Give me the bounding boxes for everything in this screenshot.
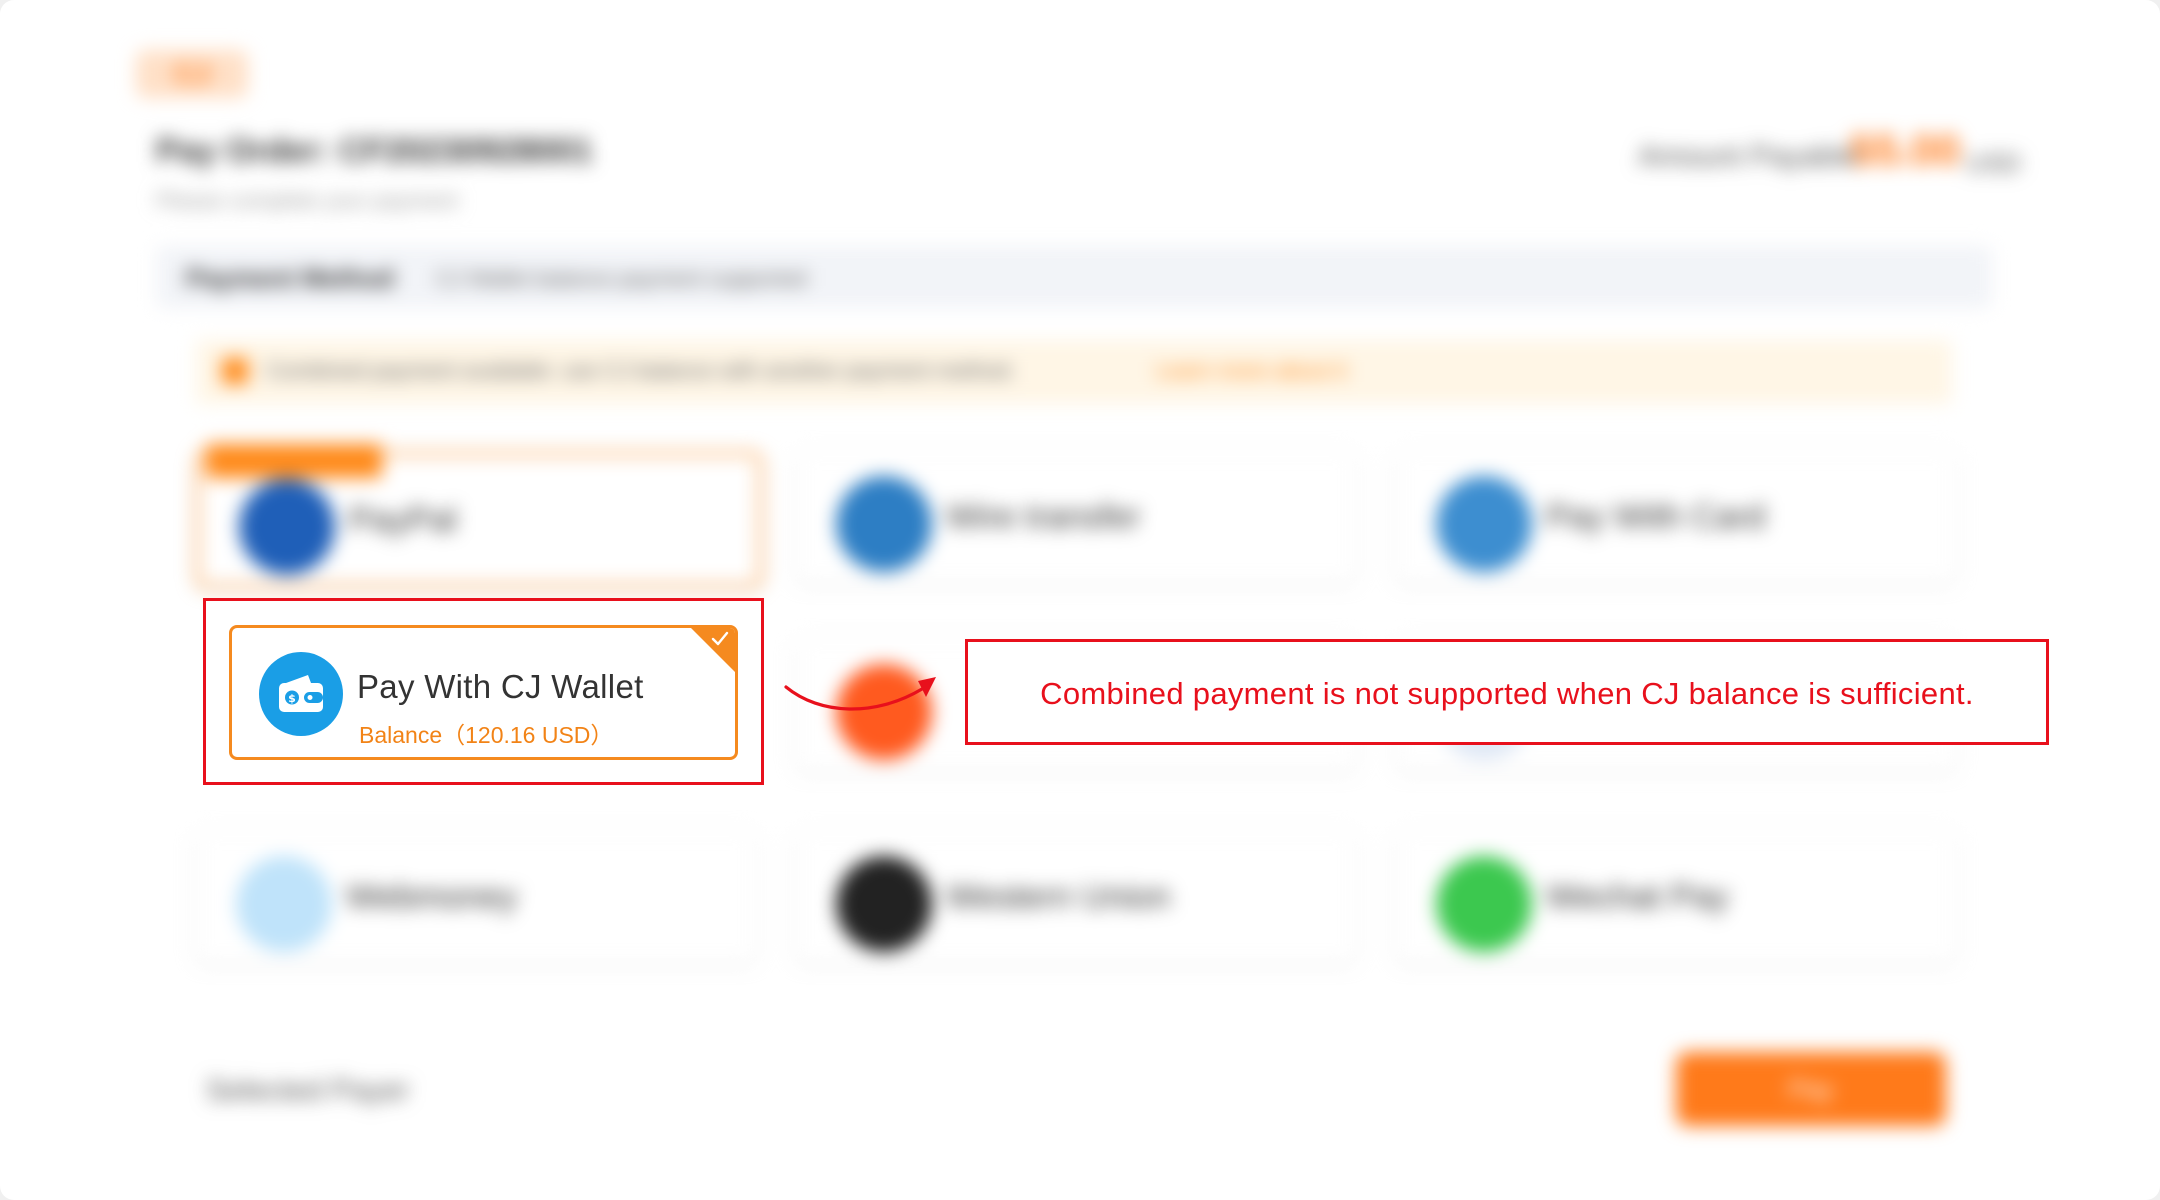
checkmark-icon	[711, 631, 729, 646]
annotation-arrow	[784, 677, 936, 711]
total-currency: USD	[1966, 148, 2021, 178]
address-bar	[156, 246, 1992, 308]
warning-icon	[222, 358, 248, 384]
payment-card-label: PayPal	[349, 501, 457, 539]
total-label: Amount Payable:	[1638, 140, 1867, 173]
recommend-tag	[206, 444, 382, 478]
annotation-message: Combined payment is not supported when C…	[1040, 676, 1974, 711]
payment-card-western-union[interactable]: Western Union	[796, 832, 1356, 962]
svg-text:$: $	[288, 692, 296, 705]
notice-text: Combined payment available: use CJ balan…	[266, 358, 1016, 383]
payment-card-webmoney[interactable]: Webmoney	[196, 832, 756, 962]
order-number: Pay Order: CF20230928001	[156, 132, 593, 170]
webmoney-icon	[236, 856, 332, 952]
total-amount: 55.00	[1850, 126, 1961, 175]
order-subtitle: Please complete your payment	[156, 188, 459, 213]
payment-card-label: Western Union	[946, 878, 1171, 916]
notice-link[interactable]: Learn more about it	[1156, 358, 1347, 384]
payment-card-label: Wechat Pay	[1546, 878, 1729, 916]
wallet-title: Pay With CJ Wallet	[357, 668, 644, 705]
paypal-icon	[239, 479, 335, 575]
address-label: Payment Method	[186, 263, 395, 293]
wechat-icon	[1436, 856, 1532, 952]
bank-icon	[836, 476, 932, 572]
payment-dialog: CJ Pay Order: CF20230928001 Please compl…	[0, 0, 2160, 1200]
pay-button[interactable]: Pay	[1676, 1052, 1946, 1126]
western-union-icon	[836, 856, 932, 952]
payment-card-wechat[interactable]: Wechat Pay	[1396, 832, 1956, 962]
footer-text: Selected Payer	[206, 1074, 410, 1107]
payment-card-card[interactable]: Pay With Card	[1396, 452, 1956, 582]
wallet-balance: Balance（120.16 USD）	[359, 722, 614, 748]
payment-card-wire[interactable]: Wire transfer	[796, 452, 1356, 582]
wallet-icon: $	[259, 652, 343, 736]
payment-card-label: Pay With Card	[1546, 498, 1766, 536]
payment-card-label: Webmoney	[346, 878, 518, 916]
payment-card-label: Wire transfer	[946, 498, 1141, 536]
payment-card-cj-wallet[interactable]: $ Pay With CJ Wallet Balance（120.16 USD）	[229, 625, 738, 760]
address-text: CJ Wallet balance payment supported	[436, 266, 807, 291]
annotation-box: Combined payment is not supported when C…	[965, 639, 2049, 745]
card-icon	[1436, 476, 1532, 572]
brand-logo: CJ	[136, 50, 248, 98]
